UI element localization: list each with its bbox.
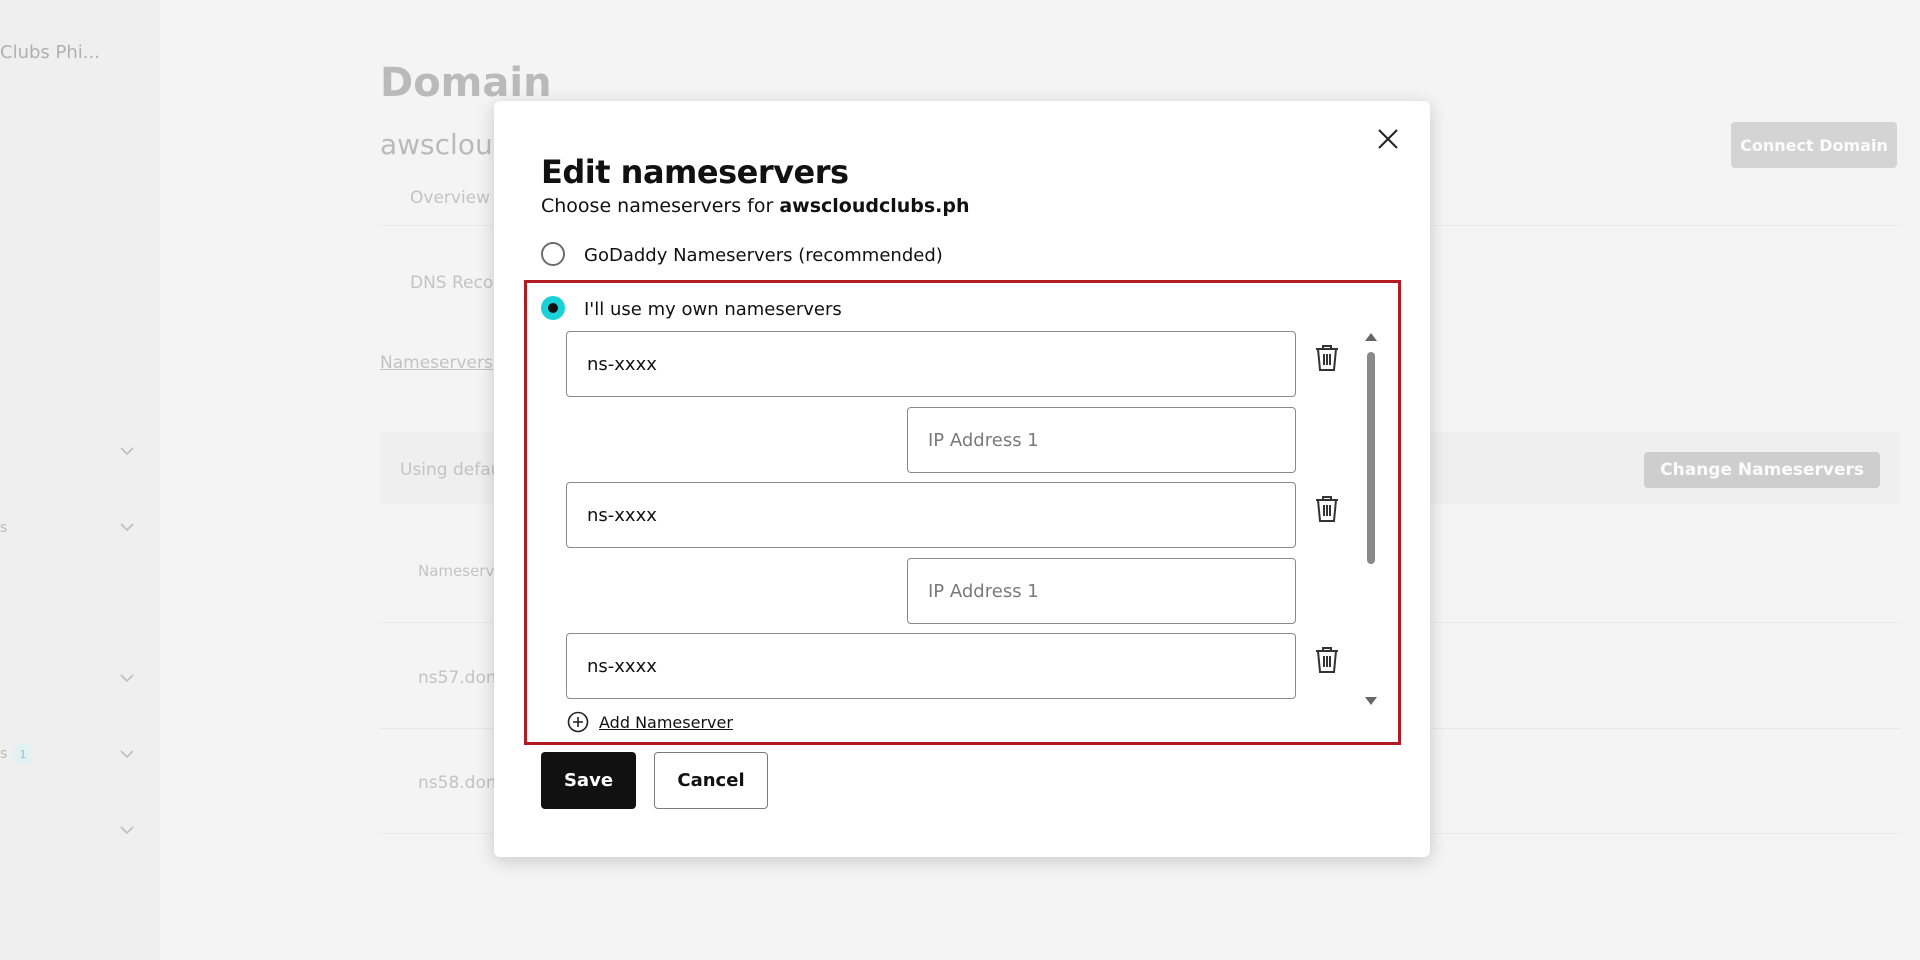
dialog-subtitle: Choose nameservers for awscloudclubs.ph [541, 195, 970, 217]
close-icon [1378, 129, 1398, 149]
trash-icon[interactable] [1314, 495, 1340, 523]
scroll-down-arrow[interactable] [1365, 697, 1377, 705]
add-nameserver-button[interactable]: Add Nameserver [567, 711, 733, 733]
scrollbar-thumb[interactable] [1367, 352, 1375, 564]
edit-nameservers-dialog: Edit nameservers Choose nameservers for … [494, 101, 1430, 857]
scrollbar[interactable] [1365, 333, 1377, 705]
plus-circle-icon [567, 711, 589, 733]
trash-icon[interactable] [1314, 646, 1340, 674]
radio-label-godaddy[interactable]: GoDaddy Nameservers (recommended) [584, 245, 943, 266]
radio-godaddy-nameservers[interactable] [541, 242, 565, 266]
ip-address-input-2[interactable]: IP Address 1 [907, 558, 1296, 624]
nameserver-input-3[interactable]: ns-xxxx [566, 633, 1296, 699]
scroll-up-arrow[interactable] [1365, 333, 1377, 341]
radio-label-own[interactable]: I'll use my own nameservers [584, 299, 842, 320]
nameserver-input-2[interactable]: ns-xxxx [566, 482, 1296, 548]
dialog-title: Edit nameservers [541, 153, 849, 191]
add-nameserver-label: Add Nameserver [599, 712, 733, 732]
close-button[interactable] [1370, 121, 1406, 157]
nameserver-input-1[interactable]: ns-xxxx [566, 331, 1296, 397]
cancel-button[interactable]: Cancel [654, 752, 768, 809]
radio-own-nameservers[interactable] [541, 296, 565, 320]
subtitle-prefix: Choose nameservers for [541, 195, 780, 217]
save-button[interactable]: Save [541, 752, 636, 809]
trash-icon[interactable] [1314, 344, 1340, 372]
ip-address-input-1[interactable]: IP Address 1 [907, 407, 1296, 473]
subtitle-domain: awscloudclubs.ph [779, 195, 970, 217]
